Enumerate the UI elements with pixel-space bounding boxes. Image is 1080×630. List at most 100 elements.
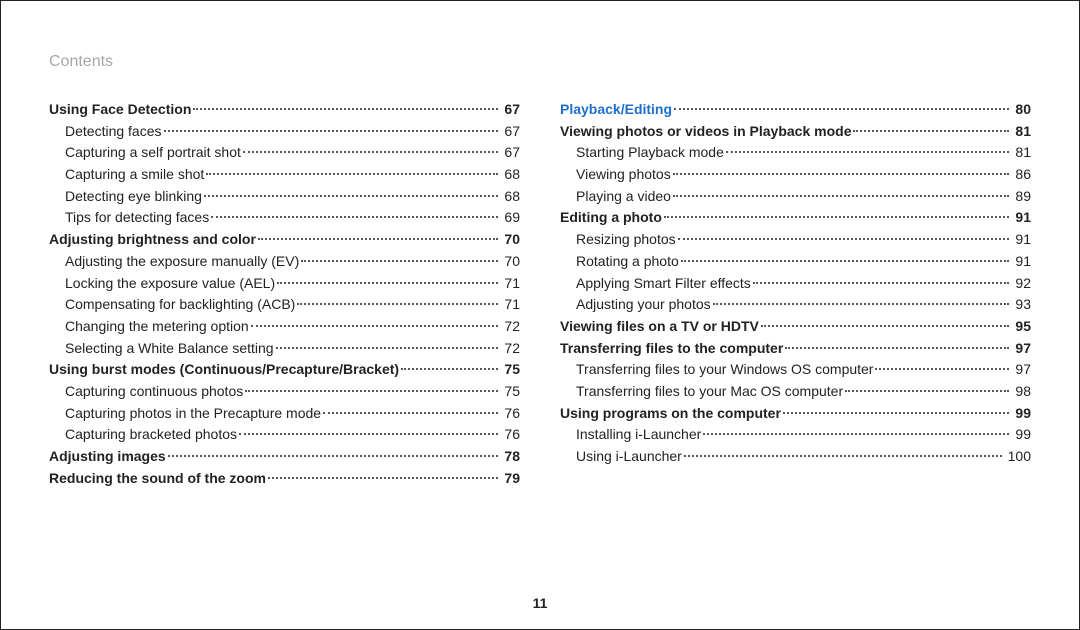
toc-entry[interactable]: Detecting faces 67	[49, 121, 520, 143]
toc-entry-page: 67	[500, 142, 520, 164]
toc-entry-title: Using i-Launcher	[560, 446, 682, 468]
toc-entry-page: 68	[500, 186, 520, 208]
toc-entry[interactable]: Using burst modes (Continuous/Precapture…	[49, 359, 520, 381]
toc-entry-page: 98	[1011, 381, 1031, 403]
toc-entry-title: Capturing a self portrait shot	[49, 142, 241, 164]
toc-entry[interactable]: Editing a photo91	[560, 207, 1031, 229]
toc-entry-page: 72	[500, 316, 520, 338]
toc-entry[interactable]: Adjusting brightness and color70	[49, 229, 520, 251]
toc-entry[interactable]: Capturing a smile shot68	[49, 164, 520, 186]
toc-entry-title: Capturing bracketed photos	[49, 424, 237, 446]
toc-entry[interactable]: Viewing photos or videos in Playback mod…	[560, 121, 1031, 143]
toc-entry-page: 80	[1011, 99, 1031, 121]
toc-entry[interactable]: Adjusting your photos 93	[560, 294, 1031, 316]
leader-dots	[783, 404, 1010, 418]
leader-dots	[674, 100, 1009, 114]
toc-entry-page: 86	[1011, 164, 1031, 186]
leader-dots	[268, 469, 498, 483]
toc-entry[interactable]: Capturing photos in the Precapture mode7…	[49, 403, 520, 425]
toc-entry-page: 79	[500, 468, 520, 490]
toc-entry-title: Changing the metering option	[49, 316, 249, 338]
toc-entry[interactable]: Viewing files on a TV or HDTV 95	[560, 316, 1031, 338]
toc-entry-title: Playback/Editing	[560, 99, 672, 121]
leader-dots	[681, 252, 1010, 266]
toc-entry[interactable]: Reducing the sound of the zoom 79	[49, 468, 520, 490]
page-number: 11	[1, 595, 1079, 611]
leader-dots	[211, 208, 498, 222]
page-header: Contents	[49, 53, 1031, 71]
leader-dots	[301, 252, 498, 266]
toc-entry[interactable]: Selecting a White Balance setting72	[49, 338, 520, 360]
toc-entry[interactable]: Compensating for backlighting (ACB)71	[49, 294, 520, 316]
toc-entry-title: Using programs on the computer	[560, 403, 781, 425]
toc-entry[interactable]: Viewing photos86	[560, 164, 1031, 186]
toc-entry-page: 100	[1004, 446, 1031, 468]
toc-entry[interactable]: Capturing a self portrait shot 67	[49, 142, 520, 164]
toc-entry-page: 67	[500, 121, 520, 143]
toc-entry-page: 70	[500, 251, 520, 273]
toc-entry[interactable]: Adjusting the exposure manually (EV) 70	[49, 251, 520, 273]
leader-dots	[853, 122, 1009, 136]
toc-entry-page: 99	[1011, 403, 1031, 425]
toc-entry-title: Applying Smart Filter effects	[560, 273, 751, 295]
toc-entry-title: Transferring files to your Windows OS co…	[560, 359, 873, 381]
leader-dots	[323, 404, 498, 418]
toc-entry-title: Adjusting images	[49, 446, 166, 468]
leader-dots	[875, 360, 1009, 374]
leader-dots	[845, 382, 1009, 396]
toc-entry-title: Viewing files on a TV or HDTV	[560, 316, 759, 338]
toc-entry[interactable]: Applying Smart Filter effects92	[560, 273, 1031, 295]
toc-entry[interactable]: Using i-Launcher 100	[560, 446, 1031, 468]
toc-entry[interactable]: Playing a video89	[560, 186, 1031, 208]
toc-entry-page: 72	[500, 338, 520, 360]
leader-dots	[726, 143, 1010, 157]
toc-entry-page: 67	[500, 99, 520, 121]
toc-entry[interactable]: Playback/Editing 80	[560, 99, 1031, 121]
toc-columns: Using Face Detection67Detecting faces67C…	[49, 99, 1031, 489]
toc-entry-page: 68	[500, 164, 520, 186]
leader-dots	[678, 230, 1010, 244]
toc-entry[interactable]: Using programs on the computer 99	[560, 403, 1031, 425]
toc-entry[interactable]: Detecting eye blinking 68	[49, 186, 520, 208]
toc-entry[interactable]: Rotating a photo91	[560, 251, 1031, 273]
toc-entry-title: Capturing continuous photos	[49, 381, 243, 403]
toc-entry-title: Tips for detecting faces	[49, 207, 209, 229]
toc-entry-title: Editing a photo	[560, 207, 662, 229]
toc-entry[interactable]: Capturing continuous photos75	[49, 381, 520, 403]
toc-entry-page: 99	[1011, 424, 1031, 446]
toc-entry-page: 97	[1011, 359, 1031, 381]
toc-entry-title: Playing a video	[560, 186, 671, 208]
toc-entry[interactable]: Starting Playback mode81	[560, 142, 1031, 164]
toc-entry-page: 95	[1011, 316, 1031, 338]
toc-entry[interactable]: Using Face Detection67	[49, 99, 520, 121]
toc-entry-title: Adjusting brightness and color	[49, 229, 256, 251]
toc-entry-page: 97	[1011, 338, 1031, 360]
toc-entry-page: 71	[500, 273, 520, 295]
toc-entry[interactable]: Installing i-Launcher99	[560, 424, 1031, 446]
toc-entry-page: 93	[1011, 294, 1031, 316]
toc-entry-title: Reducing the sound of the zoom	[49, 468, 266, 490]
toc-entry[interactable]: Transferring files to your Windows OS co…	[560, 359, 1031, 381]
toc-entry[interactable]: Capturing bracketed photos76	[49, 424, 520, 446]
toc-entry-title: Capturing photos in the Precapture mode	[49, 403, 321, 425]
toc-entry-title: Viewing photos or videos in Playback mod…	[560, 121, 851, 143]
toc-entry-page: 91	[1011, 229, 1031, 251]
toc-entry-title: Detecting faces	[49, 121, 162, 143]
leader-dots	[193, 100, 498, 114]
toc-entry[interactable]: Tips for detecting faces69	[49, 207, 520, 229]
leader-dots	[164, 122, 499, 136]
toc-entry[interactable]: Transferring files to your Mac OS comput…	[560, 381, 1031, 403]
toc-entry-title: Adjusting your photos	[560, 294, 711, 316]
toc-entry[interactable]: Adjusting images78	[49, 446, 520, 468]
toc-entry[interactable]: Transferring files to the computer 97	[560, 338, 1031, 360]
toc-entry-title: Transferring files to the computer	[560, 338, 783, 360]
leader-dots	[277, 274, 498, 288]
toc-entry[interactable]: Resizing photos91	[560, 229, 1031, 251]
toc-entry-title: Adjusting the exposure manually (EV)	[49, 251, 299, 273]
toc-entry[interactable]: Locking the exposure value (AEL)71	[49, 273, 520, 295]
leader-dots	[703, 425, 1009, 439]
leader-dots	[684, 447, 1002, 461]
toc-entry-title: Detecting eye blinking	[49, 186, 202, 208]
toc-entry[interactable]: Changing the metering option 72	[49, 316, 520, 338]
leader-dots	[258, 230, 499, 244]
